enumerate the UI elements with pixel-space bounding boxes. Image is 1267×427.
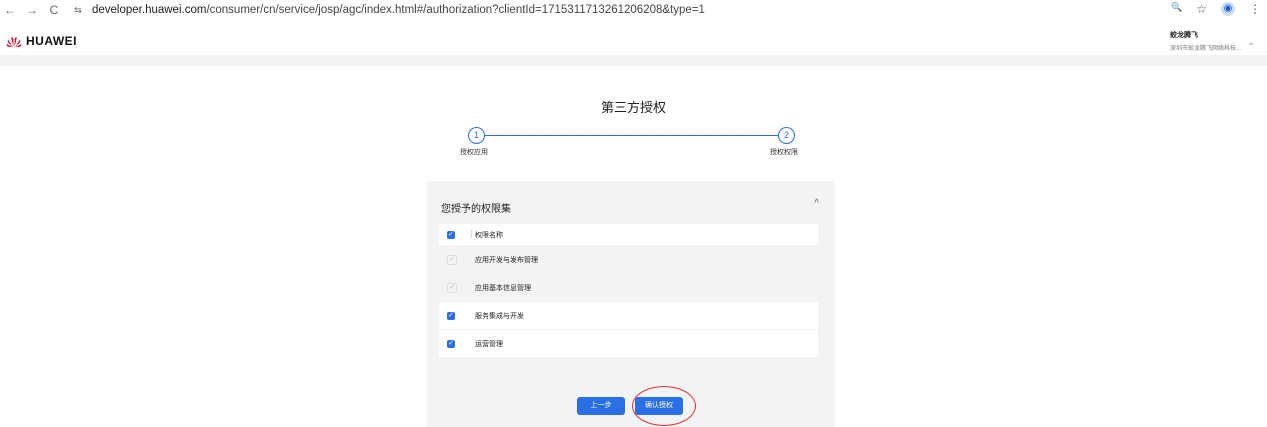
profile-icon[interactable]: ◉ (1221, 2, 1235, 16)
permission-checkbox[interactable]: ✓ (447, 311, 455, 320)
permission-label: 应用基本信息管理 (475, 284, 531, 292)
step-indicator: 1 授权应用 2 授权权限 (458, 126, 810, 166)
account-org: 深圳市蛟龙腾飞网络科技... (1169, 46, 1241, 52)
step-1-label: 授权应用 (460, 149, 488, 156)
huawei-flower-icon (6, 36, 22, 47)
previous-step-button[interactable]: 上一步 (577, 397, 625, 415)
select-all-checkbox[interactable]: ✓ (447, 230, 455, 239)
account-menu[interactable]: 蛟龙腾飞 深圳市蛟龙腾飞网络科技... (1170, 30, 1241, 52)
url-path: /consumer/cn/service/josp/agc/index.html… (206, 4, 705, 16)
highlight-annotation (632, 386, 696, 426)
table-row: ✓ 服务集成与开发 (439, 302, 818, 330)
site-header: HUAWEI 蛟龙腾飞 深圳市蛟龙腾飞网络科技... ⌄ (0, 28, 1267, 55)
site-info-icon[interactable]: ⇆ (70, 5, 86, 16)
back-icon[interactable]: ← (2, 3, 18, 17)
chevron-up-icon[interactable]: ^ (814, 198, 819, 209)
permission-panel-title: 您授予的权限集 (441, 204, 511, 215)
permission-label: 运营管理 (475, 340, 503, 348)
step-2-label: 授权权限 (770, 149, 798, 156)
permission-label: 应用开发与发布管理 (475, 256, 538, 264)
permission-table: ✓ 权限名称 ✓ 应用开发与发布管理 ✓ 应用基本信息管理 ✓ 服务集成与开发 … (439, 224, 818, 358)
chevron-down-icon[interactable]: ⌄ (1247, 37, 1255, 48)
step-1-circle: 1 (468, 127, 485, 144)
url-host: developer.huawei.com (92, 4, 207, 16)
table-row: ✓ 应用基本信息管理 (439, 274, 818, 302)
account-name: 蛟龙腾飞 (1169, 32, 1198, 39)
zoom-icon[interactable]: 🔍 (1171, 2, 1182, 16)
step-connector (484, 135, 784, 136)
table-row: ✓ 应用开发与发布管理 (439, 246, 818, 274)
step-2-circle: 2 (778, 127, 795, 144)
header-divider (0, 55, 1267, 66)
table-row: ✓ 运营管理 (439, 330, 818, 358)
permission-checkbox: ✓ (447, 282, 457, 293)
browser-toolbar: ← → C ⇆ developer.huawei.com/consumer/cn… (0, 0, 1267, 20)
permission-label: 服务集成与开发 (475, 312, 524, 320)
permission-panel: 您授予的权限集 ^ ✓ 权限名称 ✓ 应用开发与发布管理 ✓ 应用基本信息管理 … (427, 181, 835, 427)
permission-checkbox[interactable]: ✓ (447, 339, 455, 348)
table-header-row: ✓ 权限名称 (439, 224, 818, 246)
column-header-permission-name: 权限名称 (471, 229, 503, 239)
menu-icon[interactable]: ⋮ (1249, 2, 1261, 16)
brand-name: HUAWEI (26, 34, 77, 48)
forward-icon[interactable]: → (24, 3, 40, 17)
page-title: 第三方授权 (600, 100, 666, 115)
address-bar[interactable]: developer.huawei.com/consumer/cn/service… (92, 4, 705, 16)
star-icon[interactable]: ☆ (1196, 2, 1207, 16)
permission-checkbox: ✓ (447, 254, 457, 265)
reload-icon[interactable]: C (46, 3, 62, 17)
huawei-logo[interactable]: HUAWEI (6, 34, 77, 48)
